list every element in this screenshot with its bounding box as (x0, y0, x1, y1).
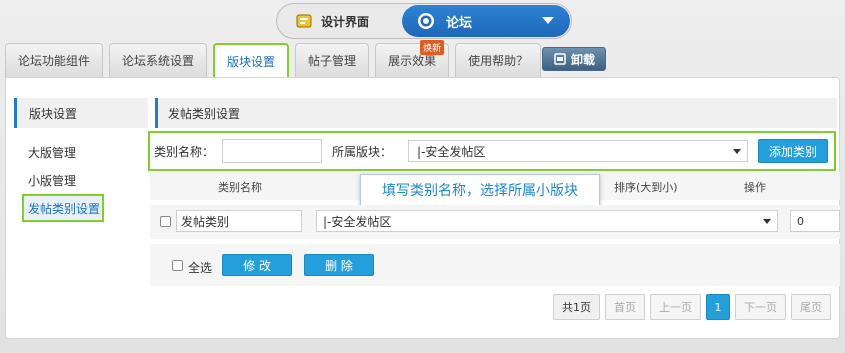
main-section: 发帖类别设置 (155, 98, 837, 128)
category-name-label: 类别名称： (154, 144, 215, 159)
category-name-input[interactable] (222, 139, 323, 163)
chevron-down-icon (542, 17, 554, 24)
board-label: 所属版块： (332, 144, 393, 159)
last-page-button[interactable]: 尾页 (791, 294, 831, 320)
tab-label: 论坛功能组件 (18, 54, 91, 68)
add-category-button[interactable]: 添加类别 (758, 139, 829, 163)
sidebar-title: 版块设置 (14, 98, 148, 128)
table-row: 发帖类别 |-安全发帖区 0 (150, 205, 840, 239)
tab-forum-system-settings[interactable]: 论坛系统设置 (109, 43, 208, 77)
row-checkbox[interactable] (160, 216, 171, 227)
next-page-button[interactable]: 下一页 (735, 294, 786, 320)
tab-label: 帖子管理 (308, 54, 357, 68)
sidebar-item-post-categories[interactable]: 发帖类别设置 (22, 194, 104, 222)
prev-page-button[interactable]: 上一页 (650, 294, 701, 320)
new-badge: 焕新 (420, 40, 445, 55)
current-page[interactable]: 1 (706, 294, 730, 320)
board-select-value: |-安全发帖区 (417, 144, 486, 159)
tab-display-effect[interactable]: 展示效果 焕新 (375, 40, 450, 77)
category-add-form: 类别名称： 所属版块： |-安全发帖区 添加类别 (148, 131, 836, 171)
board-select[interactable]: |-安全发帖区 (408, 140, 749, 162)
gear-icon (416, 11, 436, 31)
tab-forum-components[interactable]: 论坛功能组件 (5, 43, 104, 77)
hint-tooltip: 填写类别名称，选择所属小版块 (360, 174, 600, 213)
tab-label: 版块设置 (227, 54, 276, 69)
select-all-label: 全选 (188, 261, 213, 275)
forum-label: 论坛 (446, 15, 473, 31)
palette-icon (295, 12, 313, 30)
column-header-order: 排序(大到小) (614, 181, 678, 194)
select-all-checkbox[interactable] (172, 260, 183, 271)
tab-post-management[interactable]: 帖子管理 (295, 43, 370, 77)
row-order-input[interactable]: 0 (790, 210, 840, 232)
column-header-actions: 操作 (744, 181, 766, 194)
tab-board-settings[interactable]: 版块设置 (213, 43, 290, 77)
column-header-name: 类别名称 (218, 181, 262, 194)
trash-icon (553, 52, 567, 66)
uninstall-button[interactable]: 卸载 (542, 47, 606, 71)
design-view-label: 设计界面 (321, 14, 370, 29)
row-category-name-input[interactable]: 发帖类别 (176, 210, 302, 232)
row-board-value: |-安全发帖区 (323, 214, 392, 229)
forum-selector[interactable]: 论坛 (402, 5, 570, 37)
tab-label: 使用帮助？ (468, 54, 529, 68)
tab-label: 论坛系统设置 (122, 54, 195, 68)
sidebar-item-minor-boards[interactable]: 小版管理 (14, 166, 148, 194)
uninstall-label: 卸载 (570, 52, 595, 67)
pagination: 共1页 首页 上一页 1 下一页 尾页 (553, 294, 831, 320)
section-title: 发帖类别设置 (155, 98, 837, 128)
row-board-select[interactable]: |-安全发帖区 (316, 210, 778, 232)
first-page-button[interactable]: 首页 (605, 294, 645, 320)
delete-button[interactable]: 删 除 (304, 254, 374, 276)
sidebar: 版块设置 大版管理 小版管理 发帖类别设置 (14, 98, 148, 222)
dropdown-arrow-icon (763, 219, 771, 224)
mode-switch: 设计界面 论坛 (276, 3, 572, 39)
page-total: 共1页 (553, 294, 600, 320)
tab-help[interactable]: 使用帮助？ (455, 43, 542, 77)
tab-bar: 论坛功能组件 论坛系统设置 版块设置 帖子管理 展示效果 焕新 使用帮助？ (5, 40, 547, 77)
edit-button[interactable]: 修 改 (222, 254, 292, 276)
bulk-actions: 全选 修 改 删 除 (150, 244, 840, 286)
sidebar-item-major-boards[interactable]: 大版管理 (14, 138, 148, 166)
dropdown-arrow-icon (733, 149, 742, 154)
design-view-toggle[interactable]: 设计界面 (281, 7, 401, 35)
